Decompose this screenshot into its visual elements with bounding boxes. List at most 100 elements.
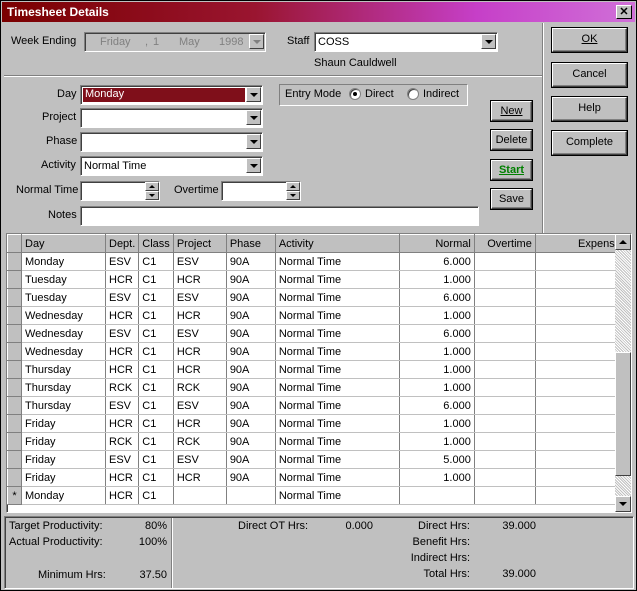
table-cell[interactable]: C1	[138, 324, 174, 343]
row-selector[interactable]: *	[7, 486, 22, 505]
table-cell[interactable]: Normal Time	[275, 486, 400, 505]
delete-button[interactable]: Delete	[491, 130, 532, 150]
activity-combo[interactable]: Normal Time	[80, 156, 263, 176]
table-cell[interactable]: Normal Time	[275, 468, 400, 487]
week-ending-date-picker[interactable]: Friday , 1 May 1998	[84, 32, 266, 52]
table-cell[interactable]: 90A	[226, 432, 276, 451]
table-cell[interactable]: Normal Time	[275, 270, 400, 289]
table-cell[interactable]: 90A	[226, 270, 276, 289]
table-row[interactable]: Monday ESV C1 ESV 90A Normal Time 6.000	[7, 252, 625, 271]
table-cell[interactable]: RCK	[173, 378, 227, 397]
row-selector[interactable]	[7, 270, 22, 289]
table-cell[interactable]: 90A	[226, 414, 276, 433]
table-cell[interactable]: 90A	[226, 396, 276, 415]
table-cell[interactable]: ESV	[105, 396, 140, 415]
table-cell[interactable]: C1	[138, 252, 174, 271]
table-cell[interactable]: HCR	[105, 270, 140, 289]
table-cell[interactable]: HCR	[173, 306, 227, 325]
table-cell[interactable]: C1	[138, 378, 174, 397]
table-cell[interactable]: 6.000	[399, 252, 475, 271]
table-cell[interactable]: Monday	[21, 486, 106, 505]
entry-mode-direct-label[interactable]: Direct	[365, 88, 394, 100]
table-cell[interactable]: RCK	[105, 378, 140, 397]
table-cell[interactable]: Friday	[21, 414, 106, 433]
row-selector[interactable]	[7, 306, 22, 325]
title-bar[interactable]: Timesheet Details ✕	[2, 2, 635, 22]
save-button[interactable]: Save	[491, 189, 532, 209]
entry-mode-direct-radio[interactable]	[349, 88, 361, 100]
table-cell[interactable]: Normal Time	[275, 378, 400, 397]
table-cell[interactable]	[474, 342, 536, 361]
table-row[interactable]: Tuesday HCR C1 HCR 90A Normal Time 1.000	[7, 270, 625, 289]
table-cell[interactable]: ESV	[173, 252, 227, 271]
table-cell[interactable]	[535, 342, 625, 361]
table-row[interactable]: Wednesday HCR C1 HCR 90A Normal Time 1.000	[7, 342, 625, 361]
table-cell[interactable]: HCR	[105, 486, 140, 505]
table-cell[interactable]: 90A	[226, 468, 276, 487]
table-cell[interactable]	[474, 396, 536, 415]
table-cell[interactable]: C1	[138, 342, 174, 361]
cancel-button[interactable]: Cancel	[552, 63, 627, 87]
table-cell[interactable]: ESV	[105, 324, 140, 343]
week-ending-dropdown-icon[interactable]	[249, 34, 264, 49]
table-cell[interactable]: 1.000	[399, 414, 475, 433]
table-cell[interactable]: RCK	[173, 432, 227, 451]
table-cell[interactable]: Friday	[21, 450, 106, 469]
column-header[interactable]: Expense	[534, 234, 625, 253]
normal-time-input[interactable]	[80, 181, 160, 201]
day-combo[interactable]: Monday	[80, 85, 263, 105]
day-dropdown-icon[interactable]	[246, 87, 261, 102]
table-cell[interactable]: Wednesday	[21, 342, 106, 361]
table-cell[interactable]: Normal Time	[275, 432, 400, 451]
table-cell[interactable]	[474, 306, 536, 325]
table-cell[interactable]	[535, 450, 625, 469]
column-header[interactable]: Normal	[398, 234, 475, 253]
column-header[interactable]: Project	[172, 234, 227, 253]
table-cell[interactable]: 1.000	[399, 360, 475, 379]
row-selector[interactable]	[7, 252, 22, 271]
table-cell[interactable]: Wednesday	[21, 306, 106, 325]
start-button[interactable]: Start	[491, 160, 532, 180]
entry-mode-indirect-radio[interactable]	[407, 88, 419, 100]
ok-button[interactable]: OK	[552, 28, 627, 52]
table-cell[interactable]: HCR	[173, 360, 227, 379]
row-selector[interactable]	[7, 468, 22, 487]
notes-input[interactable]	[80, 206, 479, 226]
new-record-row[interactable]: * Monday HCR C1 Normal Time	[7, 486, 625, 505]
overtime-input[interactable]	[221, 181, 301, 201]
table-cell[interactable]: ESV	[105, 252, 140, 271]
table-cell[interactable]: 90A	[226, 342, 276, 361]
grid-vertical-scrollbar[interactable]	[615, 234, 631, 512]
table-cell[interactable]: Wednesday	[21, 324, 106, 343]
table-cell[interactable]: Normal Time	[275, 324, 400, 343]
table-cell[interactable]	[535, 486, 625, 505]
table-cell[interactable]: Normal Time	[275, 288, 400, 307]
table-cell[interactable]: Tuesday	[21, 288, 106, 307]
table-cell[interactable]	[535, 306, 625, 325]
table-cell[interactable]	[535, 324, 625, 343]
staff-combo[interactable]: COSS	[314, 32, 498, 52]
table-cell[interactable]: C1	[138, 270, 174, 289]
table-row[interactable]: Wednesday ESV C1 ESV 90A Normal Time 6.000	[7, 324, 625, 343]
table-cell[interactable]: Normal Time	[275, 450, 400, 469]
entry-mode-indirect-label[interactable]: Indirect	[423, 88, 459, 100]
table-cell[interactable]: ESV	[173, 396, 227, 415]
row-selector[interactable]	[7, 432, 22, 451]
table-cell[interactable]	[173, 486, 227, 505]
project-dropdown-icon[interactable]	[246, 110, 261, 125]
table-cell[interactable]: 90A	[226, 324, 276, 343]
row-selector[interactable]	[7, 396, 22, 415]
table-cell[interactable]: C1	[138, 486, 174, 505]
table-cell[interactable]: 90A	[226, 288, 276, 307]
table-cell[interactable]: 1.000	[399, 342, 475, 361]
table-cell[interactable]: 6.000	[399, 324, 475, 343]
table-cell[interactable]	[535, 378, 625, 397]
table-cell[interactable]: Normal Time	[275, 252, 400, 271]
table-cell[interactable]: C1	[138, 414, 174, 433]
phase-combo[interactable]	[80, 132, 263, 152]
row-selector[interactable]	[7, 450, 22, 469]
table-cell[interactable]: 6.000	[399, 396, 475, 415]
table-cell[interactable]: 1.000	[399, 270, 475, 289]
table-cell[interactable]	[535, 396, 625, 415]
table-row[interactable]: Wednesday HCR C1 HCR 90A Normal Time 1.000	[7, 306, 625, 325]
